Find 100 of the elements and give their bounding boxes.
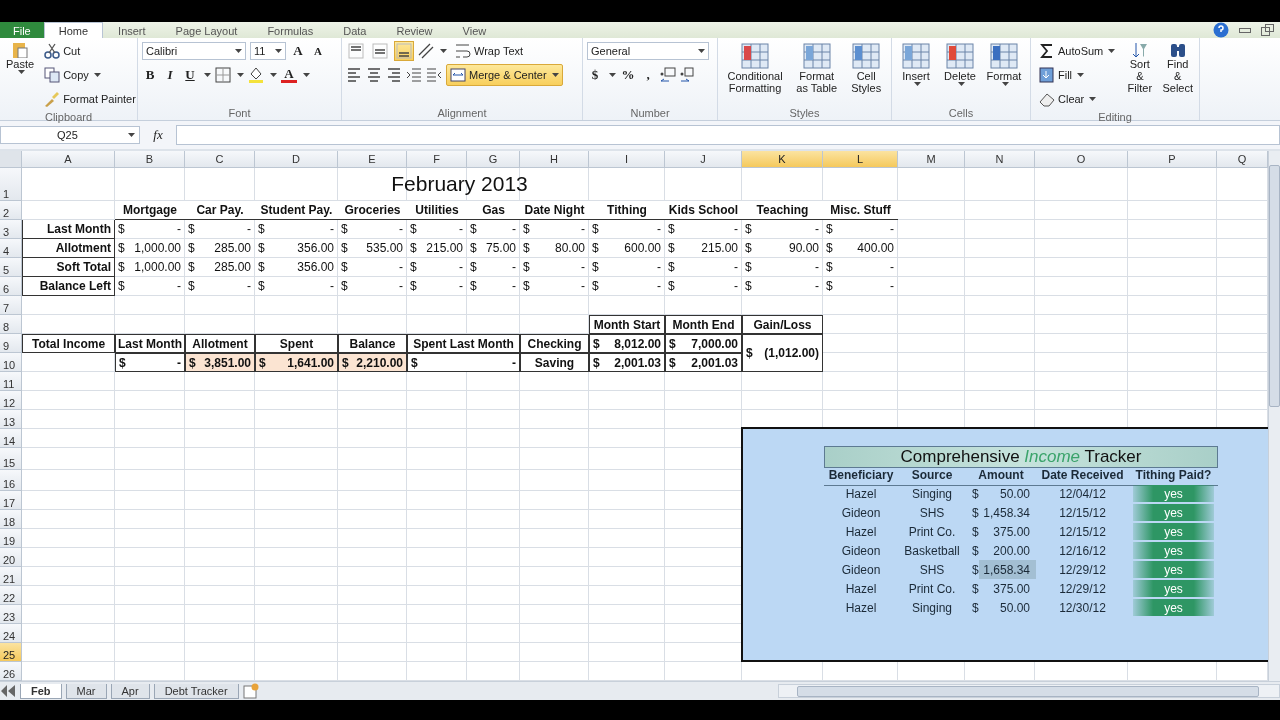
formula-input[interactable]	[176, 125, 1280, 145]
horizontal-scrollbar[interactable]	[778, 684, 1280, 698]
vertical-align-button[interactable]	[346, 41, 366, 61]
row-header[interactable]: 10	[0, 353, 22, 372]
find-select-button[interactable]: Find & Select	[1160, 40, 1195, 110]
column-header[interactable]: H	[520, 151, 589, 168]
row-header[interactable]: 20	[0, 548, 22, 567]
ribbon-tab[interactable]: Insert	[103, 22, 161, 38]
row-header[interactable]: 23	[0, 605, 22, 624]
row-header[interactable]: 19	[0, 529, 22, 548]
column-header[interactable]: J	[665, 151, 742, 168]
sort-filter-button[interactable]: Sort & Filter	[1123, 40, 1157, 110]
merge-center-button[interactable]: Merge & Center	[446, 64, 563, 86]
ribbon-tab[interactable]: Page Layout	[160, 22, 253, 38]
ribbon-tab[interactable]: Home	[43, 22, 104, 38]
row-header[interactable]: 7	[0, 296, 22, 315]
column-header[interactable]: I	[589, 151, 665, 168]
amount-value: 2,210.00	[356, 355, 403, 370]
column-header[interactable]: G	[467, 151, 520, 168]
row-header[interactable]: 3	[0, 220, 22, 239]
vertical-scrollbar[interactable]	[1268, 151, 1280, 681]
row-header[interactable]: 6	[0, 277, 22, 296]
row-header[interactable]: 14	[0, 429, 22, 448]
currency-sign: $	[523, 260, 530, 274]
underline-button[interactable]: U	[182, 67, 198, 83]
sheet-tab[interactable]: Feb	[20, 683, 62, 699]
ribbon-tab[interactable]: Review	[381, 22, 448, 38]
select-all-corner[interactable]	[0, 151, 22, 168]
row-header[interactable]: 21	[0, 567, 22, 586]
name-box[interactable]: Q25	[0, 126, 140, 144]
comma-button[interactable]: ,	[640, 67, 656, 83]
column-header[interactable]: P	[1128, 151, 1217, 168]
column-header[interactable]: O	[1035, 151, 1128, 168]
styles-button[interactable]: Conditional Formatting	[722, 40, 789, 106]
row-header[interactable]: 16	[0, 470, 22, 491]
row-header[interactable]: 24	[0, 624, 22, 643]
vertical-align-button[interactable]	[370, 41, 390, 61]
sheet-tab[interactable]: Mar	[65, 683, 107, 699]
column-header[interactable]: D	[255, 151, 338, 168]
function-button[interactable]: fx	[146, 127, 170, 143]
cut-button[interactable]: Cut	[40, 40, 140, 62]
wrap-text-button[interactable]: Wrap Text	[451, 40, 528, 62]
column-header[interactable]: F	[407, 151, 467, 168]
row-header[interactable]: 11	[0, 372, 22, 391]
cells-button[interactable]: Delete	[940, 40, 980, 106]
row-header[interactable]: 26	[0, 662, 22, 681]
ribbon-tab[interactable]: Data	[328, 22, 382, 38]
row-header[interactable]: 22	[0, 586, 22, 605]
column-header[interactable]: E	[338, 151, 407, 168]
sheet-tab[interactable]: Apr	[110, 683, 150, 699]
currency-button[interactable]: $	[587, 67, 603, 83]
ribbon-tab[interactable]: View	[447, 22, 502, 38]
column-header[interactable]: M	[898, 151, 965, 168]
currency-sign: $	[118, 241, 125, 255]
shrink-font-button[interactable]: A	[310, 45, 326, 57]
bold-button[interactable]: B	[142, 67, 158, 83]
copy-button[interactable]: Copy	[40, 64, 140, 86]
column-header[interactable]: N	[965, 151, 1035, 168]
paste-button[interactable]: Paste	[4, 40, 37, 110]
row-header[interactable]: 13	[0, 410, 22, 429]
row-header[interactable]: 4	[0, 239, 22, 258]
vertical-align-button[interactable]	[394, 41, 414, 61]
row-header[interactable]: 8	[0, 315, 22, 334]
column-header[interactable]: L	[823, 151, 898, 168]
column-header[interactable]: A	[22, 151, 115, 168]
column-header[interactable]: K	[742, 151, 823, 168]
number-format-field[interactable]: General	[587, 42, 709, 60]
format-painter-button[interactable]: Format Painter	[40, 88, 140, 110]
sheet-tab[interactable]: Debt Tracker	[153, 683, 239, 699]
ribbon-tab[interactable]: Formulas	[252, 22, 329, 38]
column-header[interactable]: B	[115, 151, 185, 168]
styles-button[interactable]: Format as Table	[792, 40, 842, 106]
percent-button[interactable]: %	[620, 67, 636, 83]
cells-button[interactable]: Insert	[896, 40, 936, 106]
row-header[interactable]: 9	[0, 334, 22, 353]
row-header[interactable]: 17	[0, 491, 22, 510]
cells-button[interactable]: Format	[984, 40, 1024, 106]
font-field[interactable]: Calibri	[142, 42, 246, 60]
currency-sign: $	[972, 562, 979, 577]
column-header[interactable]: Q	[1217, 151, 1268, 168]
styles-button[interactable]: Cell Styles	[845, 40, 887, 106]
row-header[interactable]: 25	[0, 643, 22, 662]
grow-font-button[interactable]: A	[290, 43, 306, 59]
row-header[interactable]: 15	[0, 448, 22, 470]
row-header[interactable]: 18	[0, 510, 22, 529]
fill-button[interactable]: Fill	[1035, 64, 1120, 86]
column-header[interactable]: C	[185, 151, 255, 168]
row-header[interactable]: 2	[0, 201, 22, 220]
italic-button[interactable]: I	[162, 67, 178, 83]
font-color-button[interactable]: A	[281, 67, 297, 83]
font-size-field[interactable]: 11	[250, 42, 286, 60]
ribbon-tab[interactable]: File	[0, 22, 44, 38]
clear-button[interactable]: Clear	[1035, 88, 1120, 110]
currency-sign: $	[523, 241, 530, 255]
row-header[interactable]: 5	[0, 258, 22, 277]
row-header[interactable]: 1	[0, 168, 22, 201]
row-header[interactable]: 12	[0, 391, 22, 410]
currency-sign: $	[410, 241, 417, 255]
autosum-button[interactable]: AutoSum	[1035, 40, 1120, 62]
caret-icon	[275, 49, 282, 53]
